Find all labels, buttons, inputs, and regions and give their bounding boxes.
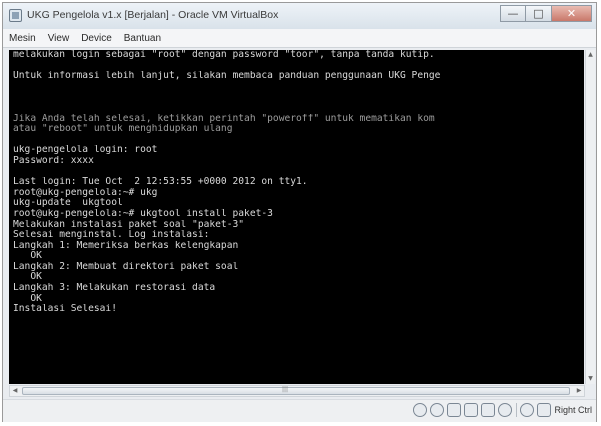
horizontal-scroll-thumb[interactable] [22,387,570,395]
title-bar[interactable]: UKG Pengelola v1.x [Berjalan] - Oracle V… [3,3,596,30]
console-line: Untuk informasi lebih lanjut, silakan me… [13,71,441,82]
scroll-right-arrow-icon[interactable]: ▶ [574,386,584,396]
optical-drive-icon[interactable] [430,403,445,417]
menu-mesin[interactable]: Mesin [3,33,42,44]
vm-console-screen[interactable]: melakukan login sebagai "root" dengan pa… [9,50,584,384]
console-line: Langkah 1: Memeriksa berkas kelengkapan [13,240,239,251]
keyboard-capture-icon[interactable] [537,403,552,417]
console-line: melakukan login sebagai "root" dengan pa… [13,50,435,60]
console-line: OK [13,293,42,304]
console-line: Langkah 3: Melakukan restorasi data [13,283,216,294]
network-icon[interactable] [464,403,479,417]
minimize-icon: — [507,7,519,20]
maximize-button[interactable]: □ [526,5,552,22]
scroll-left-arrow-icon[interactable]: ◀ [10,386,20,396]
scroll-up-arrow-icon[interactable]: ▲ [586,50,595,60]
console-line: root@ukg-pengelola:~# ukgtool install pa… [13,208,273,219]
console-line: atau "reboot" untuk menghidupkan ulang [13,124,233,135]
console-line: Password: xxxx [13,155,94,166]
menu-device[interactable]: Device [75,33,118,44]
menu-bantuan[interactable]: Bantuan [118,33,167,44]
console-line: OK [13,251,42,262]
menu-view[interactable]: View [42,33,76,44]
console-line: OK [13,272,42,283]
console-line: Jika Anda telah selesai, ketikkan perint… [13,113,435,124]
window-title: UKG Pengelola v1.x [Berjalan] - Oracle V… [27,9,279,21]
virtualbox-window: UKG Pengelola v1.x [Berjalan] - Oracle V… [2,2,597,422]
capture-icon[interactable] [498,403,513,417]
status-bar: Right Ctrl [3,399,596,422]
menu-bar: Mesin View Device Bantuan [3,29,596,48]
console-line: Melakukan instalasi paket soal "paket-3" [13,219,245,230]
console-line: Selesai menginstal. Log instalasi: [13,230,210,241]
close-button[interactable]: ✕ [552,5,592,22]
console-line: ukg-pengelola login: root [13,145,158,156]
host-key-label: Right Ctrl [554,405,592,415]
usb-icon[interactable] [447,403,462,417]
hard-disk-icon[interactable] [413,403,428,417]
shared-folder-icon[interactable] [481,403,496,417]
maximize-icon: □ [533,7,544,20]
console-line: Last login: Tue Oct 2 12:53:55 +0000 201… [13,177,308,188]
virtualbox-app-icon [9,9,22,22]
vertical-scrollbar[interactable]: ▲ ▼ [585,50,595,384]
console-line: Instalasi Selesai! [13,304,117,315]
mouse-integration-icon[interactable] [520,403,535,417]
close-icon: ✕ [566,7,577,20]
console-line: Langkah 2: Membuat direktori paket soal [13,261,239,272]
minimize-button[interactable]: — [500,5,526,22]
horizontal-scrollbar[interactable]: ◀ ||| ▶ [9,385,585,397]
console-line: root@ukg-pengelola:~# ukg [13,187,158,198]
status-icons: Right Ctrl [410,403,592,417]
scroll-down-arrow-icon[interactable]: ▼ [586,374,595,384]
window-controls: — □ ✕ [500,5,592,23]
scroll-grip-icon: ||| [282,386,289,393]
console-line: ukg-update ukgtool [13,198,123,209]
status-separator [516,403,518,417]
